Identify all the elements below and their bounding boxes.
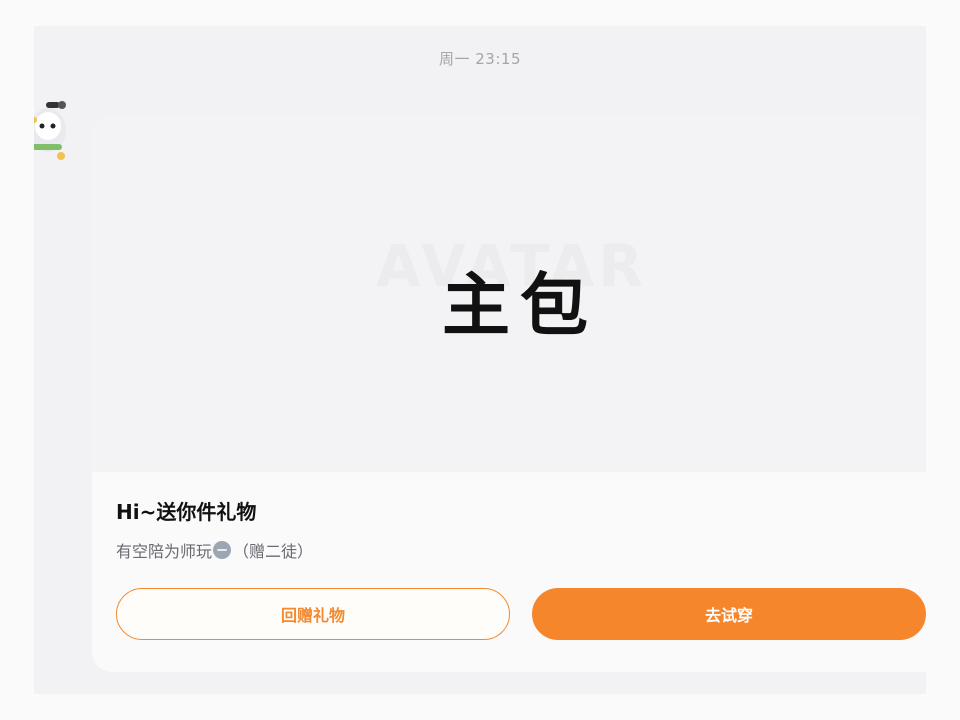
gift-image: AVATAR 主包 xyxy=(92,116,926,472)
gift-message-card[interactable]: AVATAR 主包 Hi~送你件礼物 有空陪为师玩 （赠二徒） 回赠礼物 去试穿 xyxy=(92,116,926,672)
avatar-icon xyxy=(34,101,66,160)
description-suffix: （赠二徒） xyxy=(233,542,314,561)
description-prefix: 有空陪为师玩 xyxy=(116,542,213,561)
try-on-button[interactable]: 去试穿 xyxy=(532,588,926,640)
chat-screen: 周一 23:15 AVATAR 主包 Hi~送你件礼物 有空陪为师玩 （赠二徒）… xyxy=(34,26,926,694)
gift-description: 有空陪为师玩 （赠二徒） xyxy=(116,538,313,562)
gift-title: Hi~送你件礼物 xyxy=(116,500,257,524)
message-timestamp: 周一 23:15 xyxy=(439,50,521,68)
sender-avatar[interactable] xyxy=(34,96,72,168)
emoji-face-icon xyxy=(213,541,232,559)
gift-image-text: 主包 xyxy=(442,267,599,346)
return-gift-button[interactable]: 回赠礼物 xyxy=(116,588,510,640)
